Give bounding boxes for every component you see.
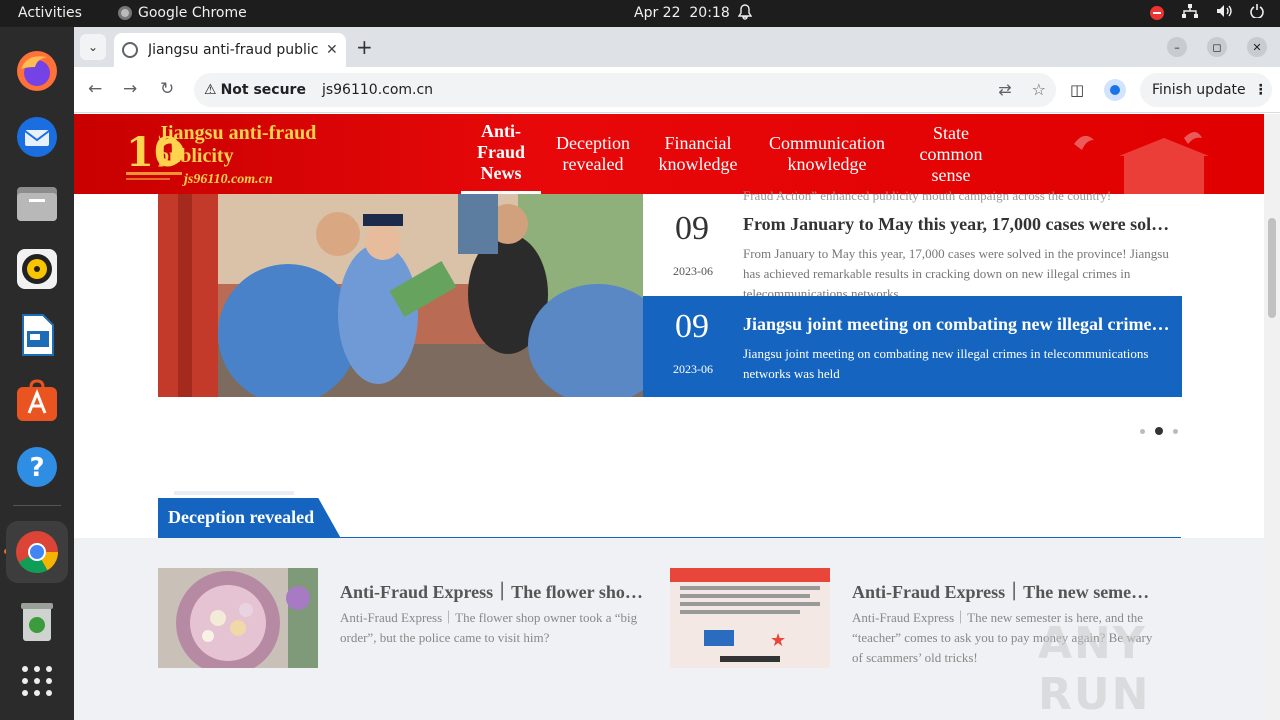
volume-icon[interactable] [1216,4,1232,22]
page-scrollbar[interactable] [1264,114,1280,720]
close-tab-icon[interactable]: ✕ [326,42,338,58]
clock-date: Apr 22 [634,5,681,21]
article-thumbnail[interactable] [158,568,318,668]
section-ghost-bar [174,491,294,495]
do-not-disturb-icon[interactable] [1150,6,1164,20]
notification-bell-icon[interactable] [737,4,753,24]
tab-search-button[interactable]: ⌄ [80,34,106,60]
news-title[interactable]: From January to May this year, 17,000 ca… [743,214,1175,235]
pager-dot[interactable] [1140,428,1145,434]
dock: ? [0,27,74,720]
nav-label: Communication knowledge [769,133,885,174]
browser-toolbar: ← → ↻ ⚠ Not secure js96110.com.cn ⇄ ☆ ◫ … [74,67,1280,113]
tiananmen-decoration [1064,124,1214,194]
site-title[interactable]: Jiangsu anti-fraud publicity [158,122,328,168]
power-icon[interactable] [1250,4,1264,22]
libreoffice-impress-icon[interactable] [13,311,61,359]
news-summary: Jiangsu joint meeting on combating new i… [743,346,1149,381]
nav-financial-knowledge[interactable]: Financial knowledge [648,114,748,194]
profile-avatar[interactable] [1104,79,1126,101]
nav-communication-knowledge[interactable]: Communication knowledge [762,114,892,194]
clock[interactable]: Apr 22 20:18 [634,5,730,21]
new-tab-button[interactable]: + [356,35,373,59]
tab-title: Jiangsu anti-fraud publicity [148,42,318,58]
section-header: Deception revealed [158,491,1181,538]
forward-arrow-icon[interactable]: → [123,79,137,99]
nav-anti-fraud-news[interactable]: Anti-Fraud News [461,114,541,194]
news-list: Fraud Action” enhanced publicity mouth c… [643,188,1182,397]
warning-icon[interactable]: ⚠ [204,82,217,98]
tab-strip: ⌄ Jiangsu anti-fraud publicity ✕ + – ◻ ✕ [74,27,1280,67]
carousel-pager [1140,427,1178,435]
app-center-icon[interactable] [13,377,61,425]
nav-label: Financial knowledge [658,133,738,174]
news-day: 09 [675,210,709,247]
chevron-down-icon: ⌄ [87,40,99,54]
dock-separator [13,505,61,506]
site-domain: js96110.com.cn [184,172,273,187]
trash-icon[interactable] [13,597,61,645]
thunderbird-icon[interactable] [13,113,61,161]
more-menu-icon[interactable]: ⋮ [1254,82,1268,98]
browser-tab[interactable]: Jiangsu anti-fraud publicity ✕ [114,33,346,67]
nav-label: State common sense [919,122,983,185]
security-label[interactable]: Not secure [221,82,306,98]
news-title[interactable]: Jiangsu joint meeting on combating new i… [743,314,1175,335]
section-title[interactable]: Deception revealed [158,498,341,537]
chrome-icon[interactable] [6,521,68,583]
news-summary: From January to May this year, 17,000 ca… [743,246,1169,298]
help-icon[interactable]: ? [13,443,61,491]
news-month: 2023-06 [673,362,713,376]
news-item-highlighted[interactable]: 09 2023-06 Jiangsu joint meeting on comb… [643,296,1182,397]
back-arrow-icon[interactable]: ← [88,79,102,99]
article-thumbnail[interactable]: ★ [670,568,830,668]
svg-text:?: ? [29,453,44,483]
nav-state-common-sense[interactable]: State common sense [906,114,996,194]
rhythmbox-icon[interactable] [13,245,61,293]
nav-label: Deception revealed [556,133,630,174]
firefox-icon[interactable] [13,47,61,95]
person-icon [1110,85,1120,95]
article-card[interactable]: Anti-Fraud Express｜The flower shop owner… [158,568,658,668]
svg-text:★: ★ [770,630,786,651]
clock-time: 20:18 [689,5,730,21]
news-day: 09 [675,308,709,345]
web-page: 10 Jiangsu anti-fraud publicity js96110.… [74,114,1264,720]
anyrun-watermark: ANY RUN [1038,618,1151,720]
reload-icon[interactable]: ↻ [160,79,174,99]
article-summary: Anti-Fraud Express｜The flower shop owner… [340,610,638,645]
article-title[interactable]: Anti-Fraud Express｜The flower shop owner… [340,578,644,604]
address-bar[interactable]: ⚠ Not secure js96110.com.cn ⇄ ☆ [194,73,1056,107]
side-panel-icon[interactable]: ◫ [1070,81,1084,99]
finish-update-label: Finish update [1152,82,1246,98]
news-photo[interactable] [158,194,643,397]
finish-update-button[interactable]: Finish update ⋮ [1140,73,1272,107]
nav-deception-revealed[interactable]: Deception revealed [548,114,638,194]
minimize-button[interactable]: – [1167,37,1187,57]
app-name: Google Chrome [138,5,247,21]
translate-icon[interactable]: ⇄ [998,80,1011,99]
site-header: 10 Jiangsu anti-fraud publicity js96110.… [74,114,1264,194]
system-tray[interactable] [1150,4,1264,22]
app-menu[interactable]: Google Chrome [118,5,247,21]
article-title[interactable]: Anti-Fraud Express｜The new semester is h… [852,578,1156,604]
chrome-window: ⌄ Jiangsu anti-fraud publicity ✕ + – ◻ ✕… [74,27,1280,720]
activities-button[interactable]: Activities [18,5,82,21]
pager-dot[interactable] [1173,428,1178,434]
chrome-small-icon [118,6,132,20]
files-icon[interactable] [13,179,61,227]
maximize-button[interactable]: ◻ [1207,37,1227,57]
close-window-button[interactable]: ✕ [1247,37,1267,57]
bookmark-star-icon[interactable]: ☆ [1032,80,1046,99]
news-item[interactable]: 09 2023-06 From January to May this year… [643,196,1182,298]
url-text[interactable]: js96110.com.cn [322,82,433,98]
scrollbar-thumb[interactable] [1268,218,1276,318]
globe-icon [122,42,138,58]
show-apps-icon[interactable] [13,657,61,705]
news-month: 2023-06 [673,264,713,278]
pager-dot-active[interactable] [1155,427,1163,435]
network-icon[interactable] [1182,4,1198,22]
nav-label: Anti-Fraud News [476,121,525,183]
system-top-bar: Activities Google Chrome Apr 22 20:18 [0,0,1280,27]
